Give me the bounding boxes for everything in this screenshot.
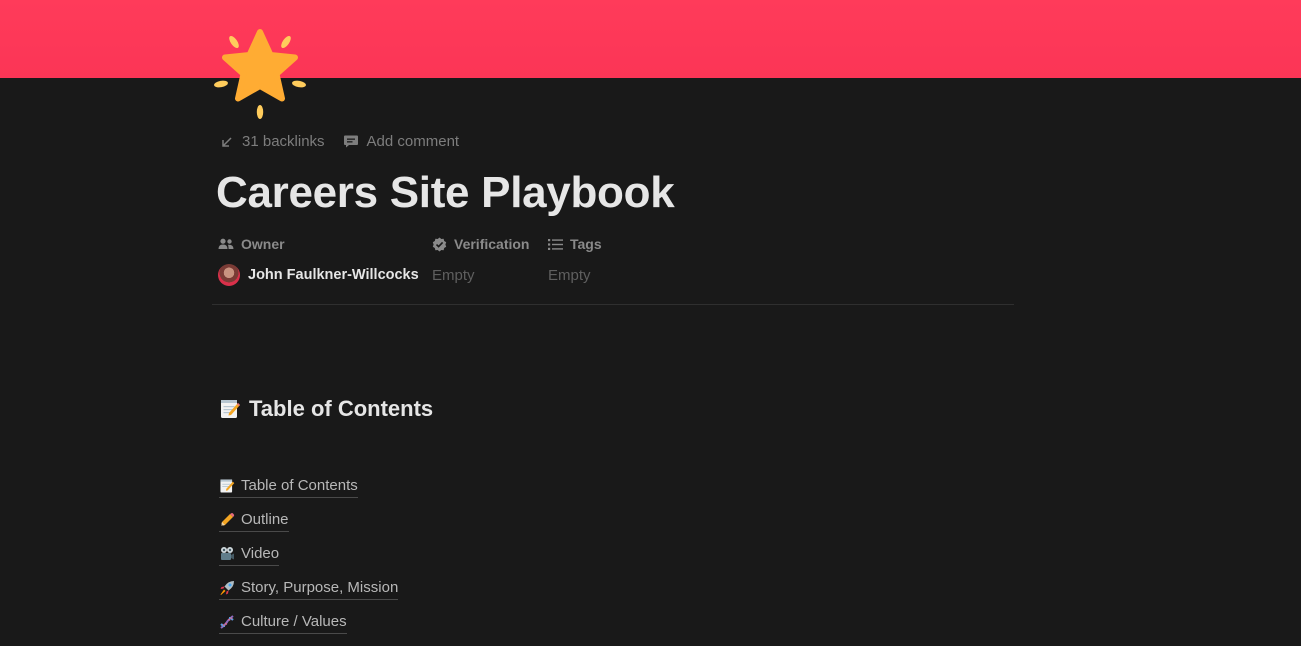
arrow-down-left-icon [222, 136, 232, 147]
table-of-contents: Table of Contents Outline Video Story, P… [219, 476, 399, 646]
toc-link-label: Table of Contents [241, 477, 358, 494]
toc-link-label: Story, Purpose, Mission [241, 579, 399, 596]
list-item: Table of Contents [219, 476, 398, 510]
property-owner-value[interactable]: John Faulkner-Willcocks [218, 264, 419, 286]
property-owner-label: Owner [241, 236, 285, 252]
verified-badge-icon [432, 237, 447, 251]
property-tags-value[interactable]: Empty [548, 265, 602, 285]
avatar [218, 264, 240, 286]
add-comment-label: Add comment [366, 133, 460, 150]
property-tags-header[interactable]: Tags [548, 234, 602, 254]
property-owner: Owner John Faulkner-Willcocks [218, 234, 419, 286]
property-tags: Tags Empty [548, 234, 602, 285]
rocket-icon [219, 580, 235, 596]
list-item: Video [219, 544, 398, 578]
add-comment-button[interactable]: Add comment [343, 133, 460, 150]
toc-link-label: Video [241, 545, 280, 562]
property-verification-label: Verification [454, 236, 530, 252]
people-icon [218, 238, 234, 249]
backlinks-label: 31 backlinks [242, 133, 325, 150]
toc-link-culture-values[interactable]: Culture / Values [219, 612, 347, 634]
camera-icon [219, 546, 235, 562]
memo-icon [219, 478, 235, 494]
page-meta-row: 31 backlinks Add comment [220, 133, 459, 150]
toc-link-outline[interactable]: Outline [219, 510, 289, 532]
owner-name: John Faulkner-Willcocks [248, 267, 419, 283]
page-cover[interactable] [0, 0, 1301, 78]
glowing-star-icon[interactable] [214, 28, 306, 120]
property-verification-header[interactable]: Verification [432, 234, 529, 254]
backlinks-button[interactable]: 31 backlinks [220, 133, 325, 150]
comment-icon [343, 135, 358, 148]
property-verification: Verification Empty [432, 234, 529, 285]
page-title[interactable]: Careers Site Playbook [216, 168, 675, 218]
toc-link-label: Culture / Values [241, 613, 347, 630]
pencil-icon [219, 512, 235, 528]
memo-icon [219, 398, 241, 420]
toc-link-table-of-contents[interactable]: Table of Contents [219, 476, 358, 498]
toc-link-story-purpose-mission[interactable]: Story, Purpose, Mission [219, 578, 399, 600]
list-icon [548, 238, 563, 250]
toc-link-video[interactable]: Video [219, 544, 280, 566]
dna-icon [219, 614, 235, 630]
property-verification-value[interactable]: Empty [432, 265, 529, 285]
properties-divider [212, 304, 1014, 305]
section-heading-label: Table of Contents [249, 396, 434, 421]
list-item: Story, Purpose, Mission [219, 578, 399, 612]
list-item: Outline [219, 510, 398, 544]
toc-link-label: Outline [241, 511, 289, 528]
property-owner-header[interactable]: Owner [218, 234, 419, 254]
section-heading[interactable]: Table of Contents [219, 396, 433, 422]
property-tags-label: Tags [570, 236, 602, 252]
